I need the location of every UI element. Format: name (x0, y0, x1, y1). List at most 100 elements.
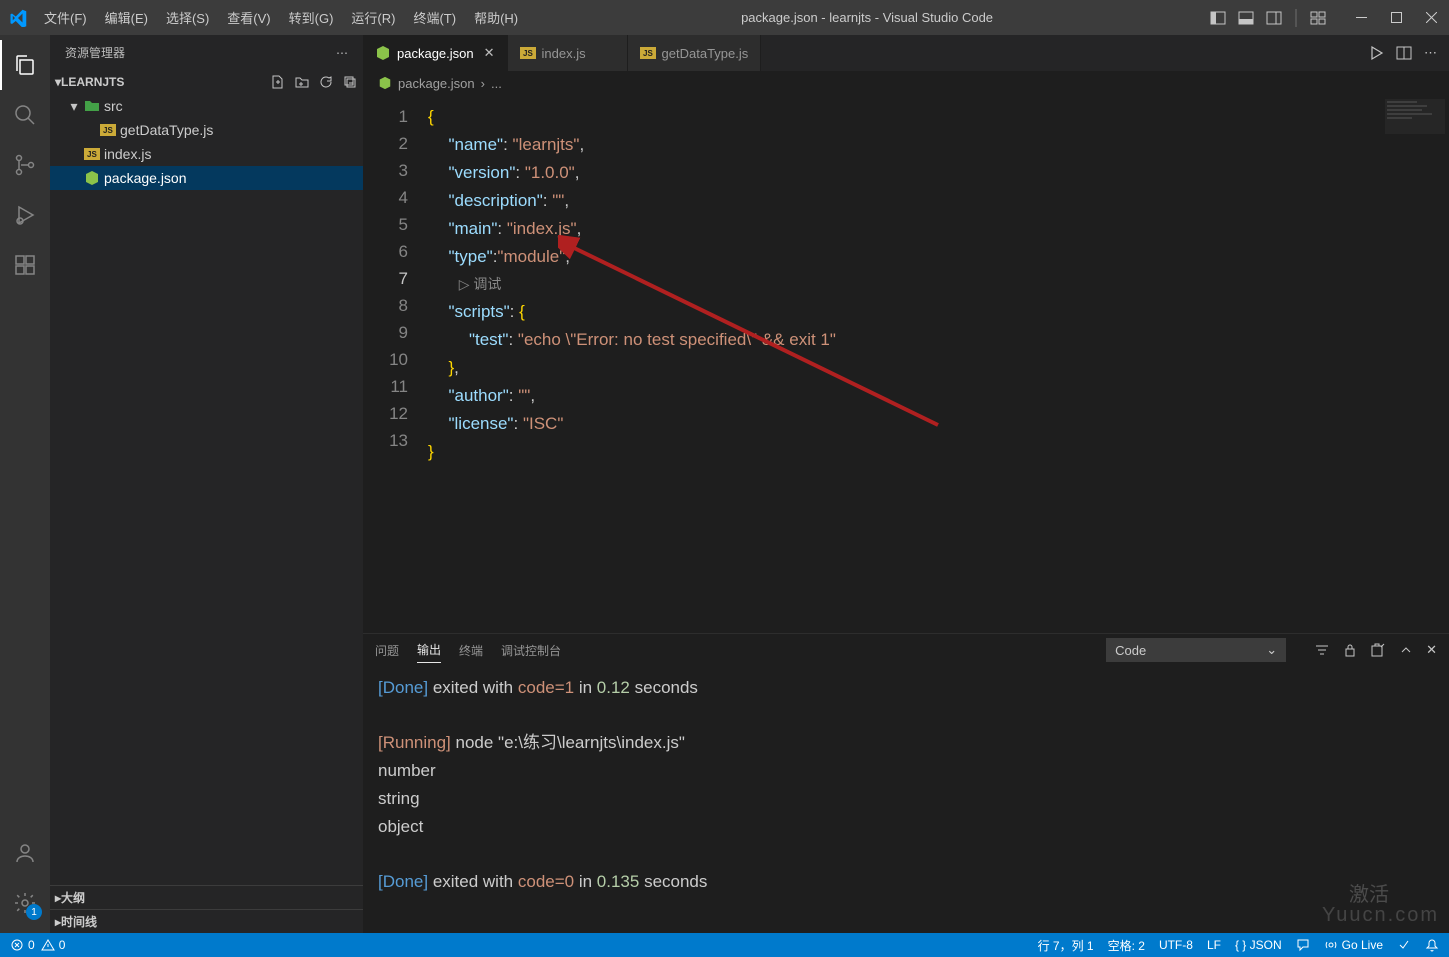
more-actions-icon[interactable]: ⋯ (1424, 45, 1437, 61)
window-title: package.json - learnjts - Visual Studio … (527, 10, 1207, 25)
tree-label: package.json (104, 170, 187, 186)
bottom-panel: 问题 输出 终端 调试控制台 Code⌄ ✕ [Done] exited wit… (363, 633, 1449, 933)
timeline-section[interactable]: ▸时间线 (50, 909, 363, 933)
extensions-icon[interactable] (0, 240, 50, 290)
editor-tabs: package.json ✕ JS index.js JS getDataTyp… (363, 35, 1449, 71)
tab-label: index.js (542, 46, 586, 61)
panel-tab-output[interactable]: 输出 (417, 637, 441, 663)
separator (1295, 9, 1297, 27)
tree-file-index[interactable]: JS index.js (50, 142, 363, 166)
svg-text:JS: JS (103, 126, 113, 135)
status-spaces[interactable]: 空格: 2 (1108, 937, 1145, 954)
split-editor-icon[interactable] (1396, 45, 1412, 61)
status-language[interactable]: { } JSON (1235, 938, 1282, 952)
svg-text:JS: JS (87, 150, 97, 159)
status-warnings[interactable]: 0 (41, 938, 66, 952)
status-notifications-icon[interactable] (1425, 938, 1439, 952)
close-tab-icon[interactable]: ✕ (484, 45, 495, 61)
window-controls (1344, 0, 1449, 35)
json-icon (375, 45, 391, 61)
js-icon: JS (520, 47, 536, 59)
menu-goto[interactable]: 转到(G) (280, 0, 343, 35)
panel-tab-debug-console[interactable]: 调试控制台 (501, 638, 561, 663)
breadcrumb[interactable]: package.json › ... (363, 71, 1449, 95)
svg-text:JS: JS (643, 49, 653, 58)
explorer-sidebar: 资源管理器⋯ ▾ LEARNJTS ▾src JSgetDataType.js … (50, 35, 363, 933)
panel-tab-problems[interactable]: 问题 (375, 638, 399, 663)
run-icon[interactable] (1368, 45, 1384, 61)
menu-terminal[interactable]: 终端(T) (404, 0, 465, 35)
menu-help[interactable]: 帮助(H) (465, 0, 527, 35)
close-button[interactable] (1414, 0, 1449, 35)
status-eol[interactable]: LF (1207, 938, 1221, 952)
toggle-panel-bottom-icon[interactable] (1235, 0, 1257, 35)
tab-getdatatype-js[interactable]: JS getDataType.js (628, 35, 762, 71)
tree-label: index.js (104, 146, 151, 162)
line-gutter: 12345678910111213 (363, 95, 428, 633)
chevron-down-icon: ⌄ (1266, 642, 1277, 658)
new-file-icon[interactable] (270, 74, 286, 90)
output-channel-dropdown[interactable]: Code⌄ (1106, 638, 1286, 662)
search-icon[interactable] (0, 90, 50, 140)
code-content[interactable]: { "name": "learnjts", "version": "1.0.0"… (428, 95, 1369, 633)
minimize-button[interactable] (1344, 0, 1379, 35)
settings-gear-icon[interactable]: 1 (0, 878, 50, 928)
status-feedback-icon[interactable] (1296, 938, 1310, 952)
tab-label: getDataType.js (662, 46, 749, 61)
panel-tabs: 问题 输出 终端 调试控制台 Code⌄ ✕ (363, 634, 1449, 666)
menu-select[interactable]: 选择(S) (157, 0, 218, 35)
filter-icon[interactable] (1314, 642, 1330, 658)
menu-bar: 文件(F) 编辑(E) 选择(S) 查看(V) 转到(G) 运行(R) 终端(T… (35, 0, 527, 35)
tab-label: package.json (397, 46, 474, 61)
svg-text:JS: JS (523, 49, 533, 58)
minimap[interactable] (1369, 95, 1449, 633)
status-bar: 0 0 行 7，列 1 空格: 2 UTF-8 LF { } JSON Go L… (0, 933, 1449, 957)
accounts-icon[interactable] (0, 828, 50, 878)
source-control-icon[interactable] (0, 140, 50, 190)
new-folder-icon[interactable] (294, 74, 310, 90)
layout-controls (1207, 0, 1329, 35)
expand-panel-icon[interactable] (1398, 642, 1414, 658)
json-icon (378, 76, 392, 90)
menu-run[interactable]: 运行(R) (342, 0, 404, 35)
output-content[interactable]: [Done] exited with code=1 in 0.12 second… (363, 666, 1449, 933)
status-encoding[interactable]: UTF-8 (1159, 938, 1193, 952)
toggle-panel-right-icon[interactable] (1263, 0, 1285, 35)
vscode-logo-icon (0, 0, 35, 35)
file-tree: ▾src JSgetDataType.js JS index.js package… (50, 94, 363, 885)
lock-scroll-icon[interactable] (1342, 642, 1358, 658)
settings-badge: 1 (26, 904, 42, 920)
menu-view[interactable]: 查看(V) (218, 0, 279, 35)
tree-label: src (104, 98, 123, 114)
panel-tab-terminal[interactable]: 终端 (459, 638, 483, 663)
code-editor[interactable]: 12345678910111213 { "name": "learnjts", … (363, 95, 1449, 633)
tab-package-json[interactable]: package.json ✕ (363, 35, 508, 71)
editor-area: package.json ✕ JS index.js JS getDataTyp… (363, 35, 1449, 933)
customize-layout-icon[interactable] (1307, 0, 1329, 35)
activity-bar: 1 (0, 35, 50, 933)
chevron-right-icon: › (481, 76, 485, 91)
maximize-button[interactable] (1379, 0, 1414, 35)
status-prettier-icon[interactable] (1397, 938, 1411, 952)
run-debug-icon[interactable] (0, 190, 50, 240)
tree-folder-src[interactable]: ▾src (50, 94, 363, 118)
clear-output-icon[interactable] (1370, 642, 1386, 658)
status-go-live[interactable]: Go Live (1324, 938, 1383, 952)
tab-index-js[interactable]: JS index.js (508, 35, 628, 71)
tree-file-package-json[interactable]: package.json (50, 166, 363, 190)
explorer-icon[interactable] (0, 40, 50, 90)
close-panel-icon[interactable]: ✕ (1426, 642, 1437, 658)
folder-header[interactable]: ▾ LEARNJTS (50, 70, 363, 94)
toggle-panel-left-icon[interactable] (1207, 0, 1229, 35)
status-line-col[interactable]: 行 7，列 1 (1038, 937, 1094, 954)
collapse-all-icon[interactable] (342, 74, 358, 90)
refresh-icon[interactable] (318, 74, 334, 90)
title-bar: 文件(F) 编辑(E) 选择(S) 查看(V) 转到(G) 运行(R) 终端(T… (0, 0, 1449, 35)
js-icon: JS (640, 47, 656, 59)
outline-section[interactable]: ▸大纲 (50, 885, 363, 909)
breadcrumb-file: package.json (398, 76, 475, 91)
menu-file[interactable]: 文件(F) (35, 0, 96, 35)
status-errors[interactable]: 0 (10, 938, 35, 952)
tree-file-getdatatype[interactable]: JSgetDataType.js (50, 118, 363, 142)
menu-edit[interactable]: 编辑(E) (96, 0, 157, 35)
